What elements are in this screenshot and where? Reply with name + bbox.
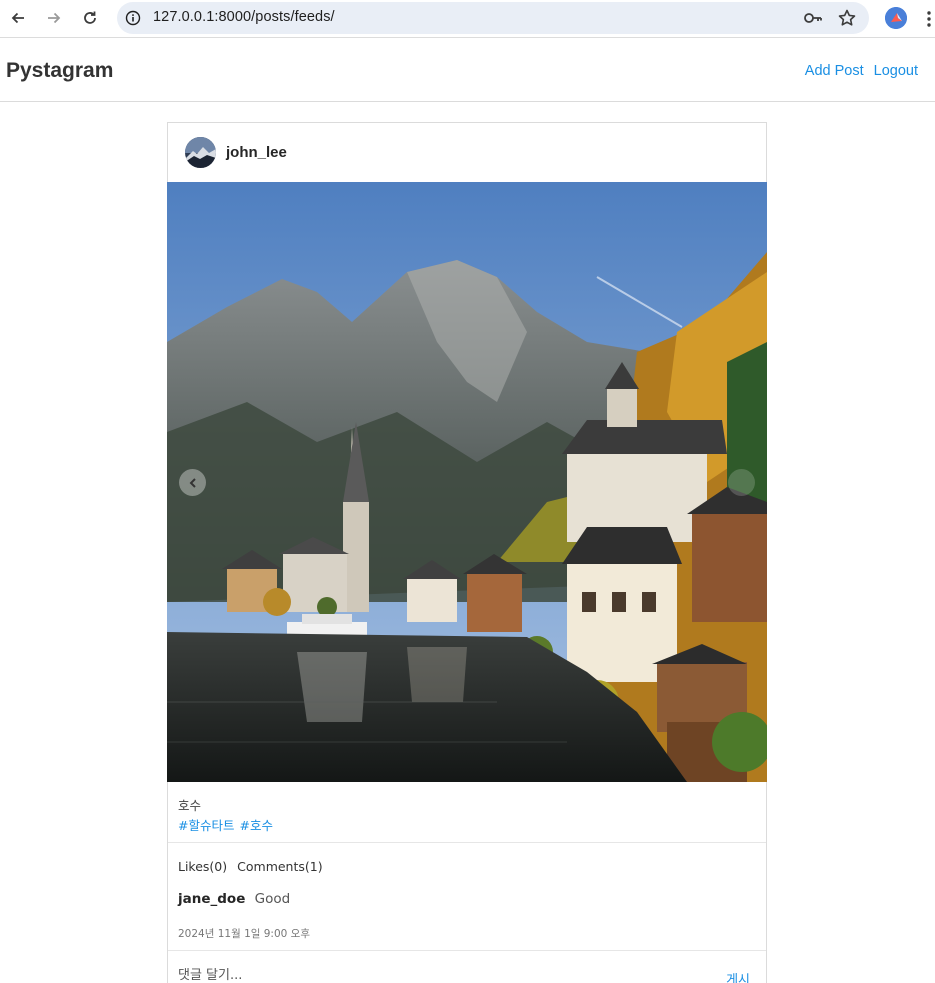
profile-avatar-icon[interactable] [885, 7, 907, 29]
tag-link[interactable]: #할슈타트 [178, 815, 234, 834]
add-post-link[interactable]: Add Post [805, 63, 864, 79]
post-tags: #할슈타트 #호수 [178, 815, 273, 834]
tag-link[interactable]: #호수 [239, 815, 272, 834]
divider [168, 950, 766, 951]
post-header: john_lee [168, 123, 766, 182]
site-info-icon[interactable] [125, 10, 141, 26]
password-key-icon[interactable] [803, 10, 823, 26]
reload-icon[interactable] [78, 6, 102, 30]
address-bar[interactable]: 127.0.0.1:8000/posts/feeds/ [117, 2, 869, 34]
comments-count[interactable]: Comments(1) [237, 859, 322, 874]
url-text[interactable]: 127.0.0.1:8000/posts/feeds/ [153, 9, 335, 25]
avatar[interactable] [185, 137, 216, 168]
comment-text: Good [254, 891, 291, 907]
nav-links: Add Post Logout [805, 63, 918, 79]
back-arrow-icon[interactable] [6, 6, 30, 30]
browser-toolbar: 127.0.0.1:8000/posts/feeds/ [0, 0, 935, 38]
menu-dots-icon[interactable] [924, 7, 934, 31]
bookmark-star-icon[interactable] [837, 8, 857, 28]
submit-comment-button[interactable]: 게시 [726, 969, 750, 983]
post-image [167, 182, 767, 782]
comment-input[interactable] [178, 968, 648, 983]
app-navbar: Pystagram Add Post Logout [0, 42, 935, 102]
comment-username[interactable]: jane_doe [178, 891, 245, 907]
post-username[interactable]: john_lee [226, 144, 287, 161]
forward-arrow-icon[interactable] [42, 6, 66, 30]
post-card: john_lee 호수 #할슈타트 #호수 Likes(0) Comments(… [167, 122, 767, 983]
brand-logo[interactable]: Pystagram [6, 59, 113, 83]
likes-count[interactable]: Likes(0) [178, 859, 227, 874]
post-caption: 호수 [178, 798, 202, 813]
post-stats: Likes(0) Comments(1) [178, 859, 323, 874]
logout-link[interactable]: Logout [874, 63, 918, 79]
carousel-prev-button[interactable] [179, 469, 206, 496]
comment-item: jane_doe Good [178, 891, 290, 907]
carousel-next-button[interactable] [728, 469, 755, 496]
post-timestamp: 2024년 11월 1일 9:00 오후 [178, 928, 310, 940]
chevron-left-icon [189, 477, 196, 488]
divider [168, 842, 766, 843]
